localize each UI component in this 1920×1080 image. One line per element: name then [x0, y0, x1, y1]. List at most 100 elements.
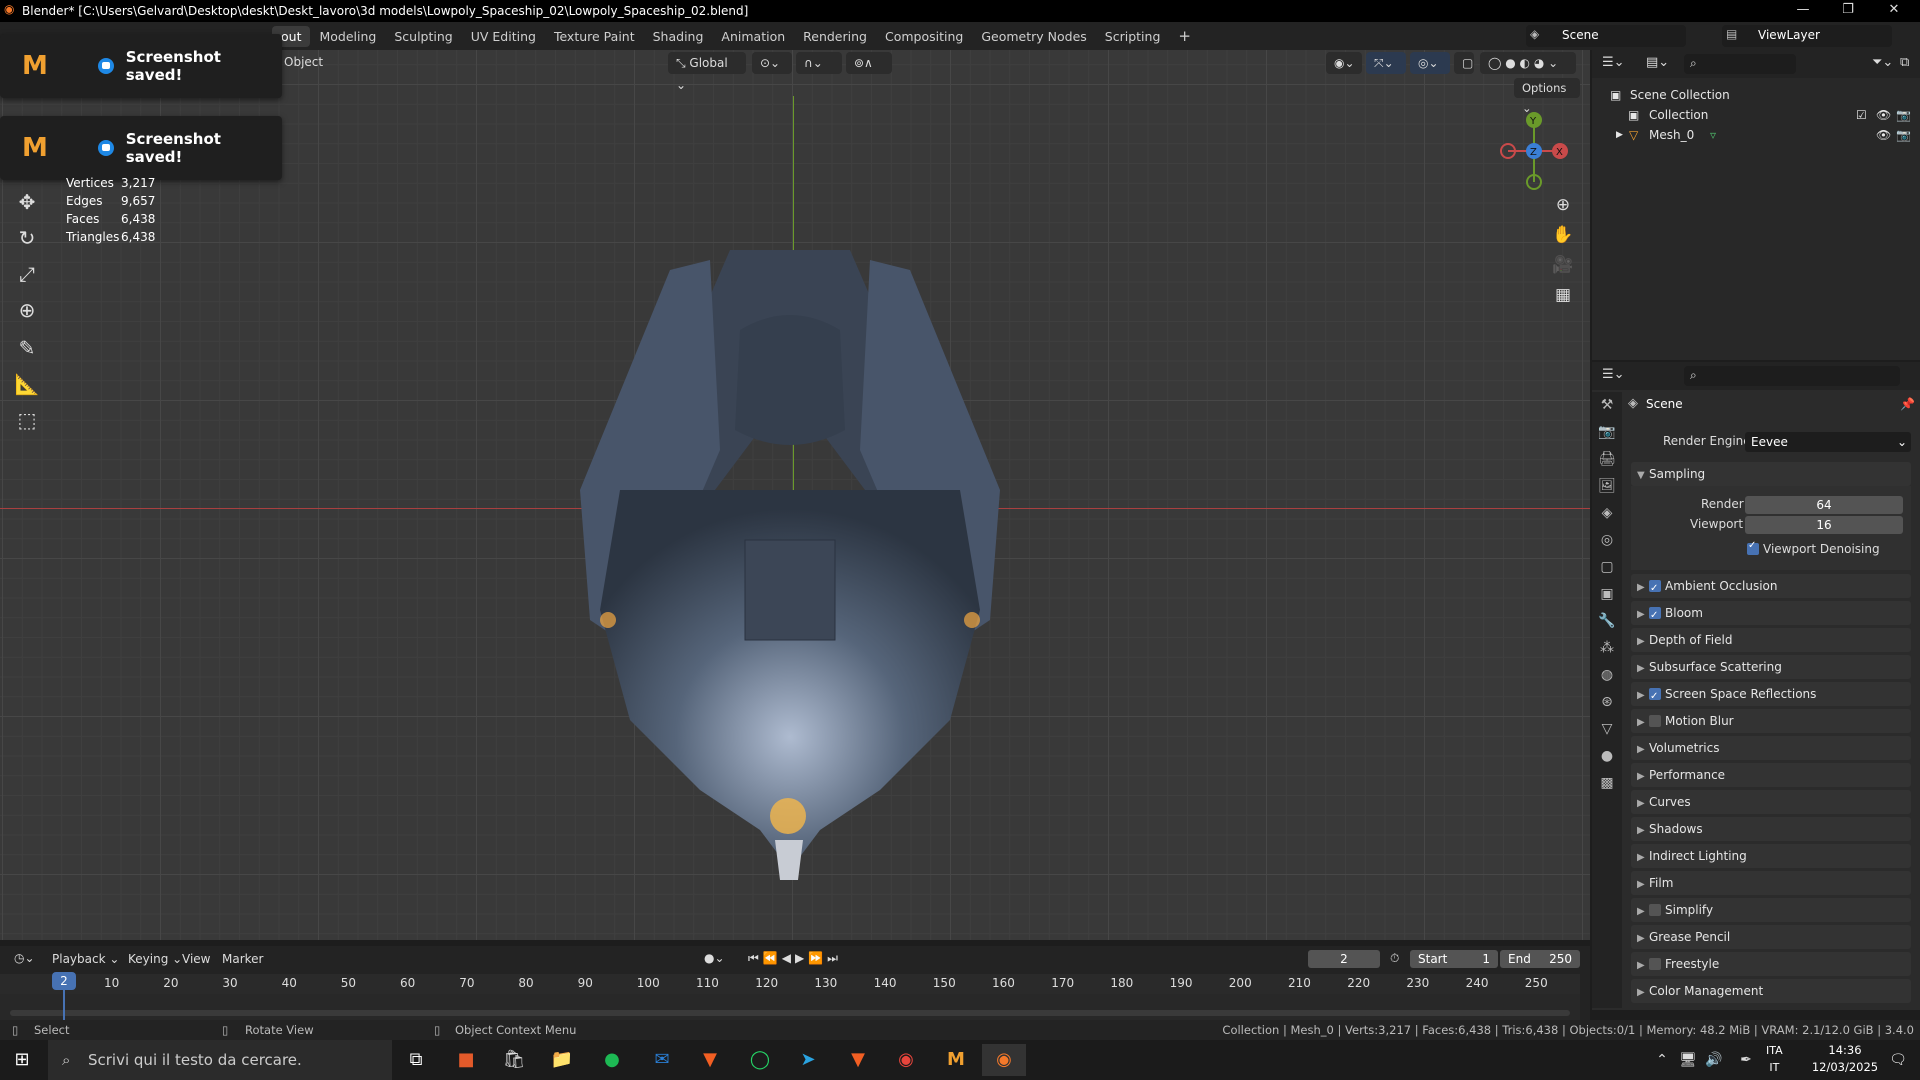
tab-sculpting[interactable]: Sculpting	[385, 26, 461, 47]
tab-animation[interactable]: Animation	[712, 26, 794, 47]
zoom-icon[interactable]: ⊕	[1550, 192, 1576, 218]
eye-icon[interactable]: 👁	[1876, 125, 1891, 145]
particles-tab-icon[interactable]: ⁂	[1592, 635, 1622, 662]
screenshot-toast[interactable]: M Screenshot saved!	[0, 116, 282, 180]
property-section[interactable]: ▶ Subsurface Scattering	[1631, 655, 1911, 679]
maximize-button[interactable]: ❐	[1828, 0, 1868, 22]
chrome-icon[interactable]: ◉	[884, 1044, 928, 1076]
object-menu[interactable]: Object	[284, 55, 323, 69]
property-section[interactable]: ▶ Curves	[1631, 790, 1911, 814]
property-section[interactable]: ▶ Shadows	[1631, 817, 1911, 841]
playhead[interactable]: 2	[52, 972, 76, 990]
tab-uv-editing[interactable]: UV Editing	[462, 26, 545, 47]
options-dropdown[interactable]: Options ⌄	[1514, 78, 1580, 115]
add-workspace-button[interactable]: +	[1169, 24, 1200, 48]
visibility-button[interactable]: ◉⌄	[1326, 52, 1362, 74]
property-section[interactable]: ▶ Indirect Lighting	[1631, 844, 1911, 868]
tab-rendering[interactable]: Rendering	[794, 26, 876, 47]
property-section[interactable]: ▶ Bloom	[1631, 601, 1911, 628]
property-section[interactable]: ▶ Motion Blur	[1631, 709, 1911, 733]
expand-arrow-icon[interactable]: ▶	[1616, 125, 1623, 145]
modifier-tab-icon[interactable]: 🔧	[1592, 608, 1622, 635]
whatsapp-icon[interactable]: ◯	[738, 1044, 782, 1076]
timeline-ruler[interactable]: 10 20 30 40 50 60 70 80 90 100 110 120 130 140 150 160 1…	[0, 974, 1580, 994]
tab-scripting[interactable]: Scripting	[1096, 26, 1170, 47]
checkbox-icon[interactable]	[1649, 604, 1661, 628]
3d-viewport[interactable]	[0, 50, 1590, 940]
properties-search-input[interactable]: ⌕	[1684, 366, 1900, 386]
tab-texture-paint[interactable]: Texture Paint	[545, 26, 644, 47]
clock-icon[interactable]: ⏱	[1390, 951, 1399, 966]
move-tool-icon[interactable]: ✥	[10, 185, 44, 219]
playback-controls[interactable]: ⏮⏪◀▶⏩⏭	[748, 951, 842, 966]
ortho-grid-icon[interactable]: ▦	[1550, 282, 1576, 308]
tab-modeling[interactable]: Modeling	[310, 26, 385, 47]
render-tab-icon[interactable]: 📷	[1592, 419, 1622, 446]
object-tab-icon[interactable]: ▣	[1592, 581, 1622, 608]
tool-tab-icon[interactable]: ⚒	[1592, 392, 1622, 419]
gizmo-toggle[interactable]: ⤧⌄	[1366, 52, 1406, 74]
property-section[interactable]: ▶ Volumetrics	[1631, 736, 1911, 760]
property-section[interactable]: ▶ Color Management	[1631, 979, 1911, 1003]
close-button[interactable]: ✕	[1874, 0, 1914, 22]
data-tab-icon[interactable]: ▽	[1592, 716, 1622, 743]
language-indicator[interactable]: ITA IT	[1766, 1042, 1783, 1076]
notifications-icon[interactable]: 🗨	[1876, 1044, 1920, 1076]
scene-selector[interactable]: ◈ Scene	[1526, 25, 1686, 47]
pin-icon[interactable]: 📌	[1900, 397, 1915, 411]
windows-start-icon[interactable]: ⊞	[0, 1044, 44, 1076]
checkbox-icon[interactable]	[1649, 685, 1661, 709]
checkbox-icon[interactable]	[1649, 903, 1661, 916]
editor-type-icon[interactable]: ☰⌄	[1602, 367, 1625, 382]
texture-tab-icon[interactable]: ▩	[1592, 770, 1622, 797]
display-mode-icon[interactable]: ▤⌄	[1646, 55, 1669, 70]
spotify-icon[interactable]: ●	[590, 1044, 634, 1076]
output-tab-icon[interactable]: 🖨	[1592, 446, 1622, 473]
checkbox-icon[interactable]	[1649, 714, 1661, 727]
editor-type-icon[interactable]: ☰⌄	[1602, 55, 1625, 70]
proportional-edit-button[interactable]: ⊚∧	[846, 52, 892, 74]
blender-taskbar-icon[interactable]: ◉	[982, 1044, 1026, 1076]
pan-hand-icon[interactable]: ✋	[1550, 222, 1576, 248]
new-collection-icon[interactable]: ⧉	[1900, 55, 1909, 70]
navigation-gizmo[interactable]: Y Z X	[1490, 108, 1570, 192]
store-app-icon[interactable]: 🛍	[492, 1044, 536, 1076]
outliner-collection[interactable]: ▣ Collection ☑ 👁 📷	[1592, 105, 1920, 125]
file-explorer-icon[interactable]: 📁	[540, 1044, 584, 1076]
physics-tab-icon[interactable]: ◍	[1592, 662, 1622, 689]
screenshot-toast[interactable]: M Screenshot saved!	[0, 34, 282, 98]
camera-view-icon[interactable]: 🎥	[1550, 252, 1576, 278]
viewlayer-selector[interactable]: ▤ ViewLayer	[1722, 25, 1892, 47]
timeline-scrollbar[interactable]	[10, 1010, 1570, 1016]
playback-menu[interactable]: Playback ⌄	[52, 952, 119, 966]
render-camera-icon[interactable]: 📷	[1896, 105, 1911, 125]
property-section[interactable]: ▶ Screen Space Reflections	[1631, 682, 1911, 709]
constraints-tab-icon[interactable]: ⊛	[1592, 689, 1622, 716]
render-samples-field[interactable]: 64	[1745, 496, 1903, 514]
start-frame-field[interactable]: Start 1	[1410, 950, 1498, 968]
annotate-tool-icon[interactable]: ✎	[10, 331, 44, 365]
checkbox-icon[interactable]: ☑	[1856, 105, 1867, 125]
marker-menu[interactable]: Marker	[222, 952, 263, 966]
viewport-samples-field[interactable]: 16	[1745, 516, 1903, 534]
minimize-button[interactable]: —	[1783, 0, 1823, 22]
dts-app-icon[interactable]: ■	[444, 1044, 488, 1076]
view-menu[interactable]: View	[182, 952, 210, 966]
property-section[interactable]: ▶ Freestyle	[1631, 952, 1911, 976]
scene-tab-icon[interactable]: ◈	[1592, 500, 1622, 527]
xray-toggle[interactable]: ▢	[1454, 52, 1474, 74]
add-cube-tool-icon[interactable]: ⬚	[10, 403, 44, 437]
task-view-icon[interactable]: ⧉	[394, 1044, 438, 1076]
keying-menu[interactable]: Keying ⌄	[128, 952, 182, 966]
property-section[interactable]: ▶ Ambient Occlusion	[1631, 574, 1911, 601]
measure-tool-icon[interactable]: 📐	[10, 367, 44, 401]
render-camera-icon[interactable]: 📷	[1896, 125, 1911, 145]
tab-geometry-nodes[interactable]: Geometry Nodes	[972, 26, 1095, 47]
outliner-scene-collection[interactable]: ▣ Scene Collection	[1592, 85, 1920, 105]
outliner-search-input[interactable]: ⌕	[1684, 54, 1796, 74]
view-layer-tab-icon[interactable]: 🖼	[1592, 473, 1622, 500]
material-tab-icon[interactable]: ●	[1592, 743, 1622, 770]
pen-icon[interactable]: ✒	[1724, 1044, 1768, 1076]
end-frame-field[interactable]: End 250	[1500, 950, 1580, 968]
pivot-point-button[interactable]: ⊙⌄	[752, 52, 792, 74]
